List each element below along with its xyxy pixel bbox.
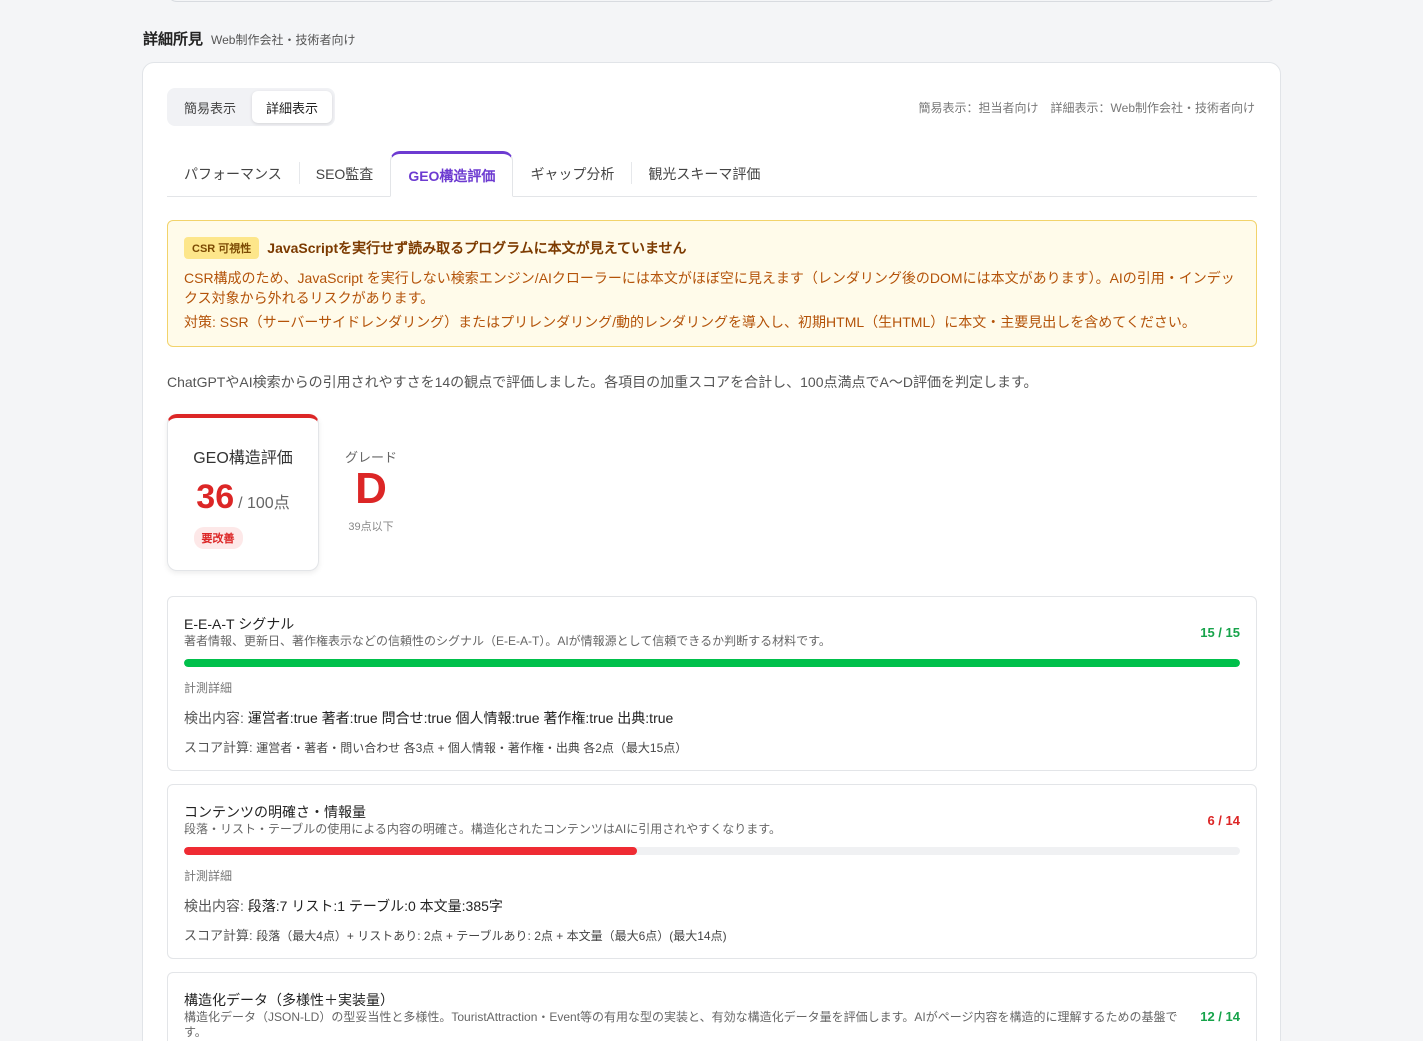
tab-gap-analysis[interactable]: ギャップ分析	[513, 150, 631, 196]
geo-score-card: GEO構造評価 36 / 100点 要改善	[167, 414, 319, 571]
section-header: 詳細所見 Web制作会社・技術者向け	[143, 28, 355, 49]
metric-score: 12 / 14	[1200, 1009, 1240, 1024]
score-max: / 100点	[238, 495, 290, 512]
tab-seo-audit[interactable]: SEO監査	[298, 150, 391, 196]
alert-action: 対策: SSR（サーバーサイドレンダリング）またはプリレンダリング/動的レンダリ…	[184, 314, 1196, 330]
detected-content: 検出内容: 運営者:true 著者:true 問合せ:true 個人情報:tru…	[184, 708, 673, 728]
report-tabs: パフォーマンス SEO監査 GEO構造評価 ギャップ分析 観光スキーマ評価	[167, 151, 1257, 197]
metric-description: 段落・リスト・テーブルの使用による内容の明確さ。構造化されたコンテンツはAIに引…	[184, 822, 782, 836]
calc-label: スコア計算:	[184, 740, 257, 755]
score-value: 36	[196, 478, 235, 516]
status-badge: 要改善	[193, 527, 243, 549]
section-subtitle: Web制作会社・技術者向け	[211, 33, 356, 47]
metric-description: 構造化データ（JSON-LD）の型妥当性と多様性。TouristAttracti…	[184, 1010, 1178, 1039]
detected-value: 段落:7 リスト:1 テーブル:0 本文量:385字	[247, 898, 503, 914]
progress-bar-fill	[184, 847, 637, 855]
tab-performance[interactable]: パフォーマンス	[167, 150, 299, 196]
metric-description: 著者情報、更新日、著作権表示などの信頼性のシグナル（E-E-A-T）。AIが情報…	[184, 634, 831, 648]
detail-label: 計測詳細	[184, 869, 233, 883]
metric-content-clarity: コンテンツの明確さ・情報量 段落・リスト・テーブルの使用による内容の明確さ。構造…	[167, 784, 1257, 959]
metric-score: 15 / 15	[1200, 625, 1240, 640]
calc-value: 段落（最大4点）+ リストあり: 2点 + テーブルあり: 2点 + 本文量（最…	[256, 929, 727, 943]
detected-value: 運営者:true 著者:true 問合せ:true 個人情報:true 著作権:…	[247, 710, 674, 726]
grade-block: グレード D 39点以下	[339, 447, 403, 534]
intro-text: ChatGPTやAI検索からの引用されやすさを14の観点で評価しました。各項目の…	[167, 374, 1038, 390]
score-calculation: スコア計算: 段落（最大4点）+ リストあり: 2点 + テーブルあり: 2点 …	[184, 925, 727, 944]
view-mode-note: 簡易表示：担当者向け 詳細表示：Web制作会社・技術者向け	[918, 101, 1255, 115]
alert-body: CSR構成のため、JavaScript を実行しない検索エンジン/AIクローラー…	[184, 270, 1235, 306]
metric-eeat: E-E-A-T シグナル 著者情報、更新日、著作権表示などの信頼性のシグナル（E…	[167, 596, 1257, 771]
metric-title: 構造化データ（多様性＋実装量）	[184, 992, 394, 1008]
progress-bar-fill	[184, 659, 1240, 667]
score-calculation: スコア計算: 運営者・著者・問い合わせ 各3点 + 個人情報・著作権・出典 各2…	[184, 737, 687, 756]
section-title: 詳細所見	[143, 31, 204, 48]
detected-label: 検出内容:	[184, 710, 248, 726]
alert-title: JavaScriptを実行せず読み取るプログラムに本文が見えていません	[267, 240, 687, 256]
calc-label: スコア計算:	[184, 928, 257, 943]
progress-bar	[184, 847, 1240, 855]
detected-label: 検出内容:	[184, 898, 248, 914]
csr-warning-alert: CSR 可視性 JavaScriptを実行せず読み取るプログラムに本文が見えてい…	[167, 220, 1257, 347]
grade-letter: D	[355, 464, 387, 513]
simple-view-button[interactable]: 簡易表示	[170, 91, 250, 123]
metric-title: コンテンツの明確さ・情報量	[184, 804, 366, 820]
progress-bar	[184, 659, 1240, 667]
score-label: GEO構造評価	[193, 450, 293, 467]
view-toggle: 簡易表示 詳細表示	[167, 88, 336, 126]
tab-tourism-schema[interactable]: 観光スキーマ評価	[631, 150, 777, 196]
calc-value: 運営者・著者・問い合わせ 各3点 + 個人情報・著作権・出典 各2点（最大15点…	[256, 741, 688, 755]
tab-geo-structure[interactable]: GEO構造評価	[390, 151, 514, 197]
metric-score: 6 / 14	[1207, 813, 1240, 828]
detail-card: 簡易表示 詳細表示 簡易表示：担当者向け 詳細表示：Web制作会社・技術者向け …	[142, 62, 1281, 1041]
previous-panel-edge	[167, 0, 1277, 2]
metric-title: E-E-A-T シグナル	[184, 616, 295, 632]
grade-note: 39点以下	[348, 521, 394, 533]
detail-label: 計測詳細	[184, 681, 233, 695]
metric-structured-data: 構造化データ（多様性＋実装量） 構造化データ（JSON-LD）の型妥当性と多様性…	[167, 972, 1257, 1041]
detail-view-button[interactable]: 詳細表示	[252, 91, 333, 123]
alert-badge: CSR 可視性	[184, 237, 260, 259]
detected-content: 検出内容: 段落:7 リスト:1 テーブル:0 本文量:385字	[184, 896, 503, 916]
